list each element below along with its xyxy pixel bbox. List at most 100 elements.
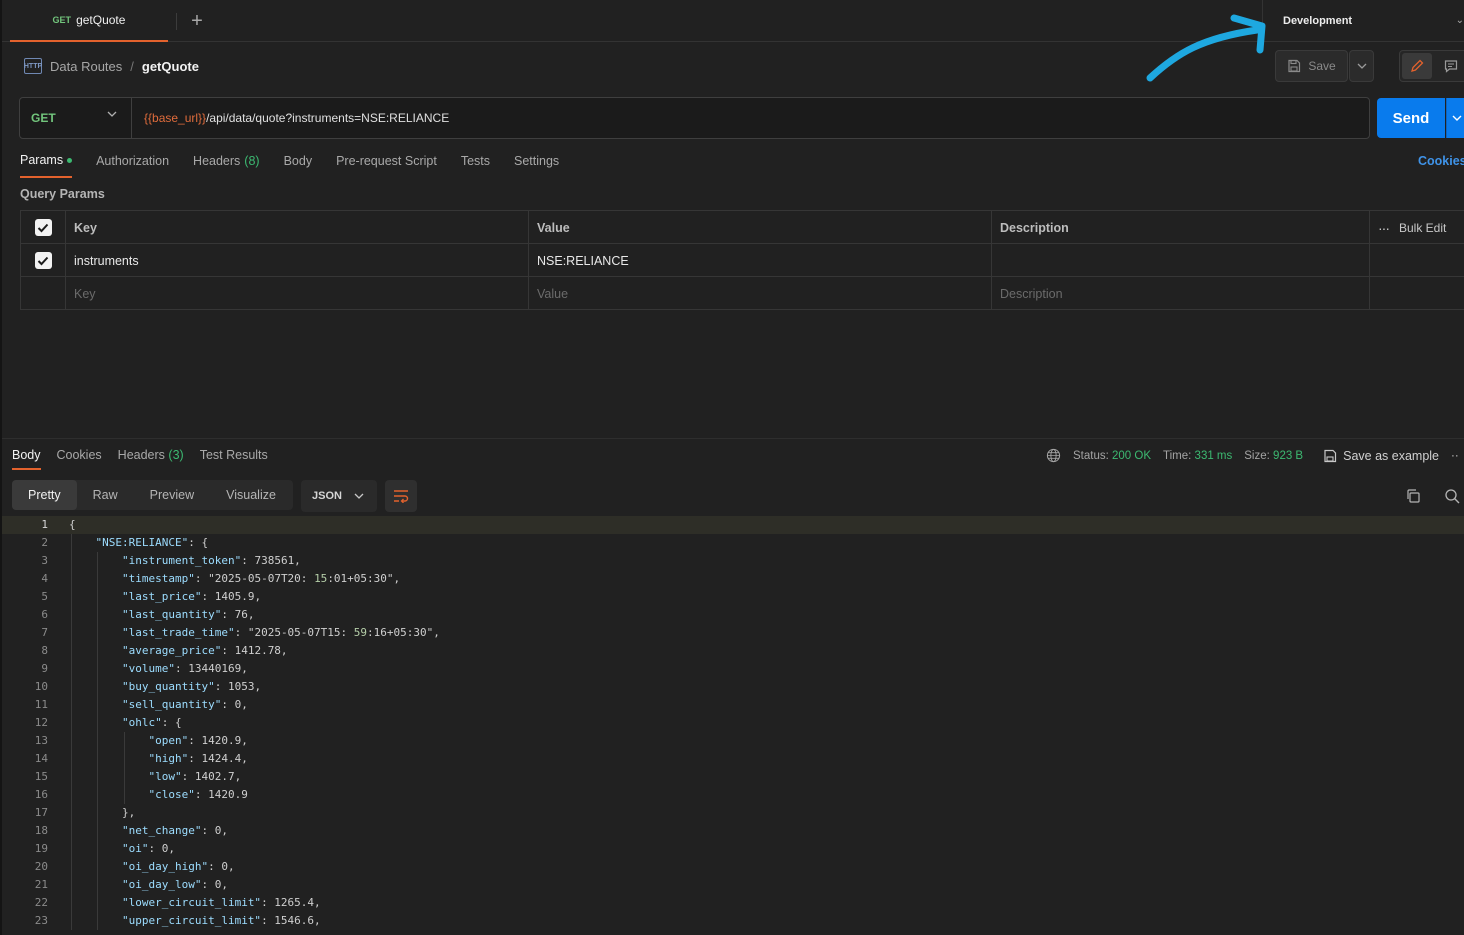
tab-pre-request-script[interactable]: Pre-request Script bbox=[336, 152, 437, 178]
param-value-input[interactable]: NSE:RELIANCE bbox=[529, 244, 992, 277]
code-text: "oi_day_low": 0, bbox=[121, 878, 228, 891]
comments-button[interactable] bbox=[1436, 53, 1464, 79]
code-text: "last_trade_time": "2025-05-07T15: 59:16… bbox=[121, 626, 440, 639]
headers-count: (8) bbox=[244, 154, 260, 168]
line-number: 11 bbox=[34, 698, 48, 711]
url-bar: GET {{base_url}}/api/data/quote?instrume… bbox=[19, 97, 1370, 139]
url-input[interactable]: {{base_url}}/api/data/quote?instruments=… bbox=[144, 111, 449, 125]
tab-headers[interactable]: Headers (8) bbox=[193, 152, 260, 178]
size-label: Size: bbox=[1244, 449, 1270, 462]
response-tab-body[interactable]: Body bbox=[12, 448, 41, 470]
view-mode-toggle bbox=[1399, 50, 1464, 82]
column-header-value: Value bbox=[529, 211, 992, 244]
table-header-row: Key Value Description ··· Bulk Edit bbox=[21, 211, 1464, 244]
comment-icon bbox=[1444, 60, 1458, 73]
cookies-link[interactable]: Cookies bbox=[1418, 154, 1464, 168]
new-tab-plus-icon[interactable]: + bbox=[187, 10, 207, 32]
bulk-edit-button[interactable]: ··· Bulk Edit bbox=[1370, 211, 1464, 244]
params-active-dot bbox=[67, 157, 73, 163]
tab-authorization[interactable]: Authorization bbox=[96, 152, 169, 178]
new-param-key-input[interactable]: Key bbox=[66, 277, 529, 310]
save-icon bbox=[1324, 449, 1337, 462]
line-number: 10 bbox=[34, 680, 48, 693]
status[interactable]: Status: 200 OK bbox=[1073, 450, 1151, 462]
response-headers-count: (3) bbox=[168, 448, 184, 462]
code-line: 23 "upper_circuit_limit": 1546.6, bbox=[2, 912, 1464, 930]
request-tab[interactable]: GET getQuote bbox=[10, 0, 168, 42]
breadcrumb-collection[interactable]: Data Routes bbox=[50, 59, 122, 74]
save-as-example-button[interactable]: Save as example bbox=[1323, 449, 1439, 463]
code-text: "NSE:RELIANCE": { bbox=[95, 536, 209, 549]
size[interactable]: Size: 923 B bbox=[1244, 450, 1303, 462]
response-divider[interactable] bbox=[2, 438, 1464, 439]
copy-icon[interactable] bbox=[1405, 488, 1421, 507]
http-method-select[interactable]: GET bbox=[20, 98, 132, 138]
url-path: /api/data/quote?instruments=NSE:RELIANCE bbox=[206, 111, 450, 125]
globe-icon[interactable] bbox=[1046, 448, 1061, 463]
chevron-down-icon: ⌄ bbox=[1455, 15, 1464, 26]
environment-selector[interactable]: Development ⌄ bbox=[1262, 0, 1464, 42]
search-icon[interactable] bbox=[1444, 488, 1460, 507]
line-number: 13 bbox=[34, 734, 48, 747]
view-preview-button[interactable]: Preview bbox=[134, 480, 210, 510]
tab-label: Test Results bbox=[199, 448, 268, 462]
line-number: 6 bbox=[41, 608, 48, 621]
word-wrap-button[interactable] bbox=[385, 480, 417, 512]
code-text: "oi_day_high": 0, bbox=[121, 860, 235, 873]
code-text: "open": 1420.9, bbox=[148, 734, 248, 747]
bulk-edit-label: Bulk Edit bbox=[1399, 220, 1447, 235]
send-button[interactable]: Send bbox=[1377, 98, 1445, 138]
code-line: 9 "volume": 13440169, bbox=[2, 660, 1464, 678]
response-tab-cookies[interactable]: Cookies bbox=[57, 448, 102, 470]
response-meta: Status: 200 OK Time: 331 ms Size: 923 B … bbox=[1046, 448, 1459, 463]
response-tab-headers[interactable]: Headers (3) bbox=[118, 448, 184, 470]
line-number: 7 bbox=[41, 626, 48, 639]
url-variable: {{base_url}} bbox=[144, 111, 207, 125]
code-line: 5 "last_price": 1405.9, bbox=[2, 588, 1464, 606]
chevron-down-icon bbox=[107, 111, 117, 117]
code-line: 15 "low": 1402.7, bbox=[2, 768, 1464, 786]
select-all-checkbox[interactable] bbox=[34, 219, 52, 236]
time-value: 331 ms bbox=[1194, 449, 1233, 462]
table-row: instruments NSE:RELIANCE bbox=[21, 244, 1464, 277]
line-number: 21 bbox=[34, 878, 48, 891]
line-number: 5 bbox=[41, 590, 48, 603]
tab-label: Headers bbox=[117, 448, 165, 462]
code-text: "net_change": 0, bbox=[121, 824, 228, 837]
send-dropdown-button[interactable] bbox=[1446, 98, 1464, 138]
save-dropdown-button[interactable] bbox=[1349, 50, 1374, 82]
code-line: 13 "open": 1420.9, bbox=[2, 732, 1464, 750]
tab-settings[interactable]: Settings bbox=[514, 152, 559, 178]
response-format-select[interactable]: JSON bbox=[301, 480, 377, 512]
param-key-input[interactable]: instruments bbox=[66, 244, 529, 277]
more-options-icon[interactable]: ·· bbox=[1451, 450, 1459, 462]
tab-tests[interactable]: Tests bbox=[461, 152, 490, 178]
time[interactable]: Time: 331 ms bbox=[1163, 450, 1232, 462]
row-check-cell bbox=[21, 277, 66, 310]
line-number: 17 bbox=[34, 806, 48, 819]
edit-mode-button[interactable] bbox=[1402, 53, 1432, 79]
environment-label: Development bbox=[1283, 15, 1353, 27]
view-raw-button[interactable]: Raw bbox=[77, 480, 134, 510]
code-text: "upper_circuit_limit": 1546.6, bbox=[121, 914, 321, 927]
line-number: 8 bbox=[41, 644, 48, 657]
breadcrumb-request-name[interactable]: getQuote bbox=[142, 59, 199, 74]
response-body-editor[interactable]: 1{2 "NSE:RELIANCE": {3 "instrument_token… bbox=[2, 516, 1464, 935]
chevron-down-icon bbox=[1452, 115, 1461, 121]
view-visualize-button[interactable]: Visualize bbox=[210, 480, 292, 510]
response-tabs: Body Cookies Headers (3) Test Results bbox=[12, 448, 284, 470]
save-button[interactable]: Save bbox=[1275, 50, 1348, 82]
code-line: 2 "NSE:RELIANCE": { bbox=[2, 534, 1464, 552]
new-param-description-input[interactable]: Description bbox=[992, 277, 1370, 310]
param-description-input[interactable] bbox=[992, 244, 1370, 277]
tab-body[interactable]: Body bbox=[284, 152, 313, 178]
save-as-example-label: Save as example bbox=[1343, 448, 1439, 463]
view-pretty-button[interactable]: Pretty bbox=[12, 480, 77, 510]
line-number: 23 bbox=[34, 914, 48, 927]
new-param-value-input[interactable]: Value bbox=[529, 277, 992, 310]
select-all-cell bbox=[21, 211, 66, 244]
row-checkbox[interactable] bbox=[34, 252, 52, 269]
tab-params[interactable]: Params bbox=[20, 152, 73, 178]
query-params-table: Key Value Description ··· Bulk Edit inst… bbox=[20, 210, 1464, 310]
response-tab-test-results[interactable]: Test Results bbox=[200, 448, 268, 470]
